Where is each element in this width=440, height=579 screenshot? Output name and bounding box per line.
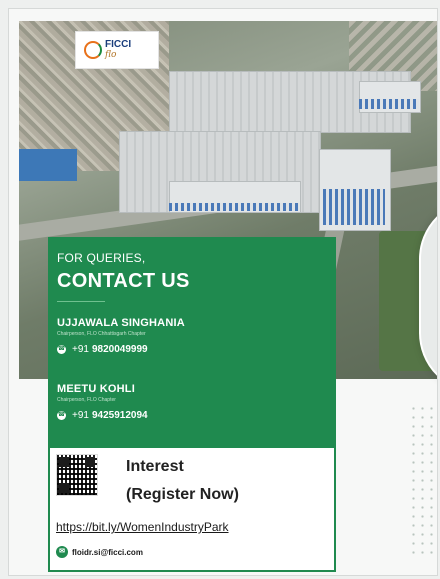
phone-prefix: +91 [72,344,89,355]
register-link[interactable]: https://bit.ly/WomenIndustryPark [56,520,229,534]
email-contact[interactable]: ✉ floidr.si@ficci.com [56,546,143,558]
contact-name: MEETU KOHLI [57,383,135,395]
email-icon: ✉ [56,546,68,558]
blue-shed [19,149,77,181]
logo-sub: flo [105,50,117,60]
ficci-flo-logo: FICCI flo [75,31,159,69]
building-facade [169,203,299,211]
dot-pattern [409,404,437,554]
phone-prefix: +91 [72,410,89,421]
phone-number: 9425912094 [91,410,148,421]
logo-text: FICCI flo [105,39,132,61]
register-card: Interest (Register Now) https://bit.ly/W… [48,446,336,572]
contact-phone[interactable]: ☎ +91 9820049999 [57,344,148,355]
logo-brand: FICCI [105,39,132,50]
qr-code-icon[interactable] [56,454,98,496]
divider [57,301,105,302]
phone-icon: ☎ [57,345,66,354]
contact-heading-large: CONTACT US [57,270,190,292]
register-subtitle: (Register Now) [126,486,239,503]
register-title: Interest [126,458,184,475]
phone-number: 9820049999 [91,344,148,355]
contact-phone[interactable]: ☎ +91 9425912094 [57,410,148,421]
ficci-logo-icon [84,41,102,59]
contact-role: Chairperson, FLO Chhattisgarh Chapter [57,331,146,337]
building-facade [359,99,419,109]
contact-role: Chairperson, FLO Chapter [57,397,116,403]
contact-panel: FOR QUERIES, CONTACT US UJJAWALA SINGHAN… [48,237,336,446]
building-facade [323,189,385,225]
email-address: floidr.si@ficci.com [72,547,143,557]
contact-name: UJJAWALA SINGHANIA [57,317,185,329]
phone-icon: ☎ [57,411,66,420]
contact-heading-small: FOR QUERIES, [57,251,146,265]
